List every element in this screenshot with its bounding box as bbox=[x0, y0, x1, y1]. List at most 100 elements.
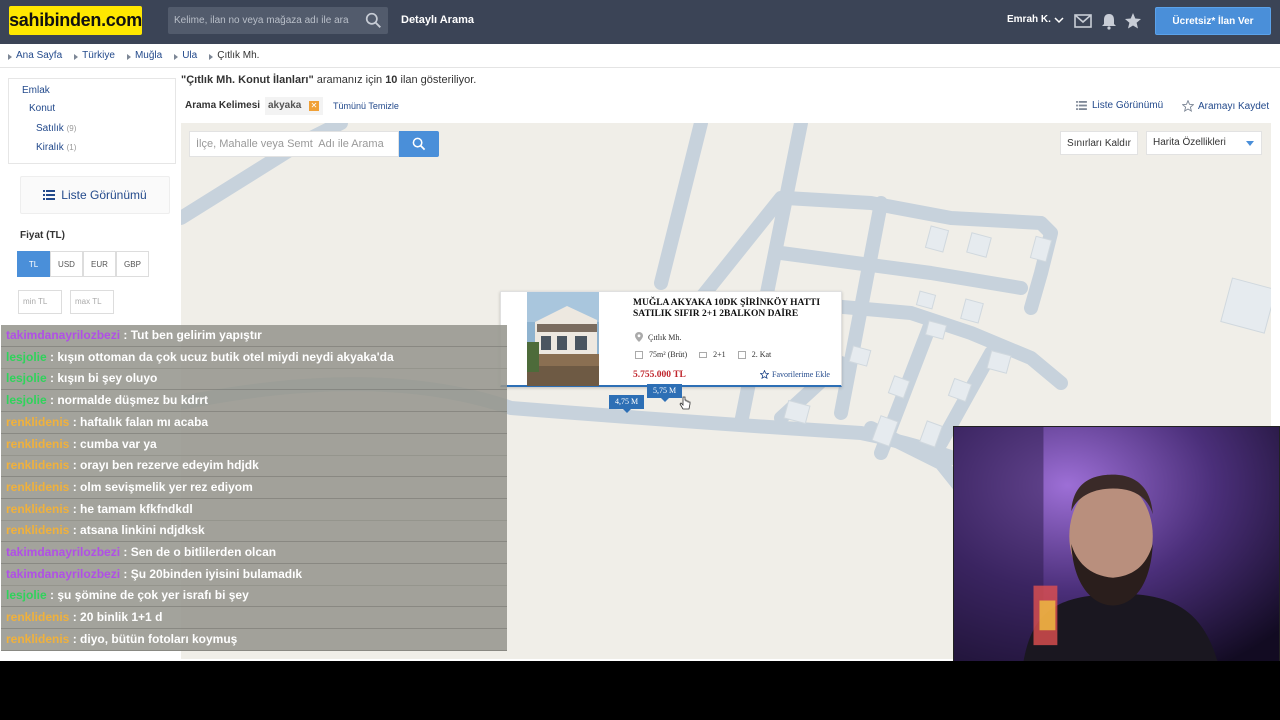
list-icon bbox=[1076, 101, 1087, 110]
listing-rooms: 2+1 bbox=[713, 350, 726, 359]
user-menu[interactable]: Emrah K. bbox=[1007, 14, 1051, 25]
list-view-label: Liste Görünümü bbox=[61, 188, 147, 202]
category-kiralik[interactable]: Kiralık (1) bbox=[36, 142, 76, 153]
streamer-webcam bbox=[953, 426, 1280, 662]
listing-photo[interactable] bbox=[527, 292, 599, 386]
max-price-field[interactable]: max TL bbox=[70, 290, 114, 314]
chat-username[interactable]: takimdanayrilozbezi bbox=[6, 567, 120, 581]
category-satilik[interactable]: Satılık (9) bbox=[36, 123, 76, 134]
category-emlak[interactable]: Emlak bbox=[22, 85, 50, 96]
listing-popup[interactable]: MUĞLA AKYAKA 10DK ŞİRİNKÖY HATTI SATILIK… bbox=[500, 291, 842, 387]
currency-gbp[interactable]: GBP bbox=[116, 251, 149, 277]
results-summary: "Çıtlık Mh. Konut İlanları" aramanız içi… bbox=[181, 74, 476, 86]
listing-title[interactable]: MUĞLA AKYAKA 10DK ŞİRİNKÖY HATTI SATILIK… bbox=[633, 298, 838, 320]
star-outline-icon bbox=[760, 370, 769, 379]
add-favorite-link[interactable]: Favorilerime Ekle bbox=[760, 370, 830, 379]
breadcrumb-item[interactable]: Ana Sayfa bbox=[8, 50, 62, 61]
currency-selector: TL USD EUR GBP bbox=[17, 251, 149, 277]
breadcrumb-item[interactable]: Muğla bbox=[126, 50, 162, 61]
chat-text: : kışın ottoman da çok ucuz butik otel m… bbox=[46, 349, 394, 364]
remove-keyword-icon[interactable]: ✕ bbox=[309, 101, 319, 111]
list-view-link[interactable]: Liste Görünümü bbox=[1076, 100, 1163, 111]
chat-username[interactable]: renklidenis bbox=[6, 502, 69, 516]
list-view-button[interactable]: Liste Görünümü bbox=[20, 176, 170, 214]
chat-username[interactable]: lesjolie bbox=[6, 350, 47, 364]
list-view-link-label: Liste Görünümü bbox=[1092, 100, 1164, 111]
save-search-link[interactable]: Aramayı Kaydet bbox=[1182, 100, 1269, 112]
min-price-field[interactable]: min TL bbox=[18, 290, 62, 314]
currency-tl[interactable]: TL bbox=[17, 251, 50, 277]
chat-username[interactable]: renklidenis bbox=[6, 480, 69, 494]
divider bbox=[0, 67, 1280, 68]
price-pin[interactable]: 5,75 M bbox=[647, 384, 683, 402]
map-search-input[interactable] bbox=[190, 132, 394, 156]
list-icon bbox=[43, 190, 56, 200]
results-text: aramanız için bbox=[313, 74, 386, 86]
save-search-label: Aramayı Kaydet bbox=[1198, 100, 1270, 112]
map-features-dropdown[interactable]: Harita Özellikleri bbox=[1146, 131, 1262, 155]
chat-text: : he tamam kfkfndkdl bbox=[69, 501, 193, 516]
clear-all-link[interactable]: Tümünü Temizle bbox=[333, 101, 399, 111]
post-ad-button[interactable]: Ücretsiz* İlan Ver bbox=[1155, 7, 1271, 35]
chat-message: renklidenis : atsana linkini ndjdksk bbox=[1, 520, 507, 543]
chat-text: : Sen de o bitlilerden olcan bbox=[120, 545, 277, 559]
building-icon bbox=[737, 350, 746, 359]
price-label: Fiyat (TL) bbox=[20, 230, 65, 241]
chat-username[interactable]: renklidenis bbox=[6, 632, 69, 646]
chat-username[interactable]: renklidenis bbox=[6, 458, 69, 472]
chat-username[interactable]: lesjolie bbox=[6, 393, 47, 407]
chat-username[interactable]: renklidenis bbox=[6, 523, 69, 537]
mail-icon[interactable] bbox=[1074, 12, 1092, 30]
chat-message: renklidenis : 20 binlik 1+1 d bbox=[1, 607, 507, 630]
breadcrumb-item[interactable]: Ula bbox=[174, 50, 197, 61]
currency-usd[interactable]: USD bbox=[50, 251, 83, 277]
breadcrumb-item[interactable]: Türkiye bbox=[74, 50, 115, 61]
map-search-button[interactable] bbox=[399, 131, 439, 157]
star-icon[interactable] bbox=[1124, 12, 1142, 30]
hand-cursor-icon bbox=[679, 396, 691, 410]
chat-text: : diyo, bütün fotoları koymuş bbox=[69, 631, 238, 646]
search-icon[interactable] bbox=[365, 12, 382, 29]
chat-message: lesjolie : şu şömine de çok yer israfı b… bbox=[1, 585, 507, 608]
chat-message: takimdanayrilozbezi : Şu 20binden iyisin… bbox=[1, 563, 507, 586]
chevron-down-icon[interactable] bbox=[1054, 14, 1064, 26]
results-query: "Çıtlık Mh. Konut İlanları" bbox=[181, 74, 314, 86]
bed-icon bbox=[699, 351, 708, 358]
chat-username[interactable]: lesjolie bbox=[6, 588, 47, 602]
chat-text: : kışın bi şey oluyo bbox=[46, 371, 158, 386]
currency-eur[interactable]: EUR bbox=[83, 251, 116, 277]
chat-message: renklidenis : he tamam kfkfndkdl bbox=[1, 498, 507, 521]
chat-username[interactable]: renklidenis bbox=[6, 610, 69, 624]
keyword-label: Arama Kelimesi bbox=[185, 100, 261, 111]
listing-area: 75m² (Brüt) bbox=[649, 350, 688, 359]
stream-chat-overlay: takimdanayrilozbezi : Tut ben gelirim ya… bbox=[1, 316, 507, 651]
search-icon bbox=[412, 137, 426, 151]
results-text: ilan gösteriliyor. bbox=[397, 74, 477, 86]
map-features-label: Harita Özellikleri bbox=[1153, 137, 1226, 148]
chat-text: : olm sevişmelik yer rez ediyom bbox=[69, 479, 253, 494]
breadcrumb-item-current[interactable]: Çıtlık Mh. bbox=[209, 50, 259, 61]
bell-icon[interactable] bbox=[1100, 12, 1118, 30]
area-icon bbox=[635, 350, 643, 359]
price-pin[interactable]: 4,75 M bbox=[609, 395, 645, 413]
remove-bounds-button[interactable]: Sınırları Kaldır bbox=[1060, 131, 1138, 155]
chat-message: renklidenis : orayı ben rezerve edeyim h… bbox=[1, 455, 507, 478]
chat-username[interactable]: takimdanayrilozbezi bbox=[6, 328, 120, 342]
add-favorite-label: Favorilerime Ekle bbox=[772, 370, 830, 379]
results-count: 10 bbox=[385, 74, 398, 86]
chat-message: lesjolie : kışın bi şey oluyo bbox=[1, 368, 507, 391]
chat-text: : orayı ben rezerve edeyim hdjdk bbox=[69, 458, 259, 473]
map-search-box bbox=[189, 131, 399, 157]
chat-username[interactable]: takimdanayrilozbezi bbox=[6, 545, 120, 559]
chat-message: lesjolie : normalde düşmez bu kdrrt bbox=[1, 390, 507, 413]
breadcrumb: Ana Sayfa Türkiye Muğla Ula Çıtlık Mh. bbox=[8, 50, 259, 61]
chat-text: : 20 binlik 1+1 d bbox=[69, 610, 163, 625]
site-logo[interactable]: sahibinden.com bbox=[9, 6, 142, 35]
chat-username[interactable]: lesjolie bbox=[6, 371, 47, 385]
chat-username[interactable]: renklidenis bbox=[6, 415, 69, 429]
chat-text: : atsana linkini ndjdksk bbox=[69, 523, 205, 538]
category-konut[interactable]: Konut bbox=[29, 103, 55, 114]
chat-username[interactable]: renklidenis bbox=[6, 437, 69, 451]
header-search-input[interactable] bbox=[168, 7, 358, 34]
detailed-search-link[interactable]: Detaylı Arama bbox=[401, 14, 474, 26]
